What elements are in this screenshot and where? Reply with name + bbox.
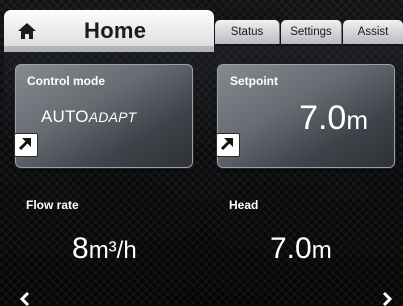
control-mode-label: Control mode: [27, 74, 105, 88]
setpoint-label: Setpoint: [230, 74, 278, 88]
flow-rate-value: 8m³/h: [72, 232, 137, 266]
flow-rate-unit: m³/h: [88, 237, 137, 264]
control-mode-value-main: AUTO: [41, 107, 89, 126]
chevron-left-icon[interactable]: [18, 290, 32, 306]
head-number: 7.0: [270, 232, 312, 265]
tab-status[interactable]: Status: [215, 20, 280, 44]
tab-status-label: Status: [230, 26, 264, 38]
control-mode-value-sub: ADAPT: [88, 109, 137, 125]
tab-settings-label: Settings: [290, 26, 332, 38]
setpoint-number: 7.0: [299, 99, 347, 137]
setpoint-card[interactable]: Setpoint 7.0m: [216, 64, 395, 168]
arrow-up-right-icon: [220, 138, 233, 151]
control-mode-value: AUTOADAPT: [41, 107, 136, 127]
head-label: Head: [229, 198, 259, 212]
tab-settings[interactable]: Settings: [281, 20, 342, 44]
flow-rate-number: 8: [72, 232, 89, 265]
head-unit: m: [311, 237, 332, 264]
setpoint-unit: m: [346, 105, 368, 135]
head-value: 7.0m: [270, 232, 332, 266]
edit-arrow-icon[interactable]: [216, 133, 240, 157]
tab-assist-label: Assist: [357, 26, 389, 38]
edit-arrow-icon[interactable]: [14, 133, 38, 157]
setpoint-value: 7.0m: [299, 99, 368, 138]
control-mode-card[interactable]: Control mode AUTOADAPT: [14, 64, 193, 168]
arrow-up-right-icon: [18, 138, 31, 151]
flow-rate-label: Flow rate: [26, 198, 79, 212]
chevron-right-icon[interactable]: [380, 290, 394, 306]
tab-assist[interactable]: Assist: [343, 20, 403, 44]
home-icon: [18, 23, 36, 39]
tab-home-label: Home: [84, 18, 147, 43]
